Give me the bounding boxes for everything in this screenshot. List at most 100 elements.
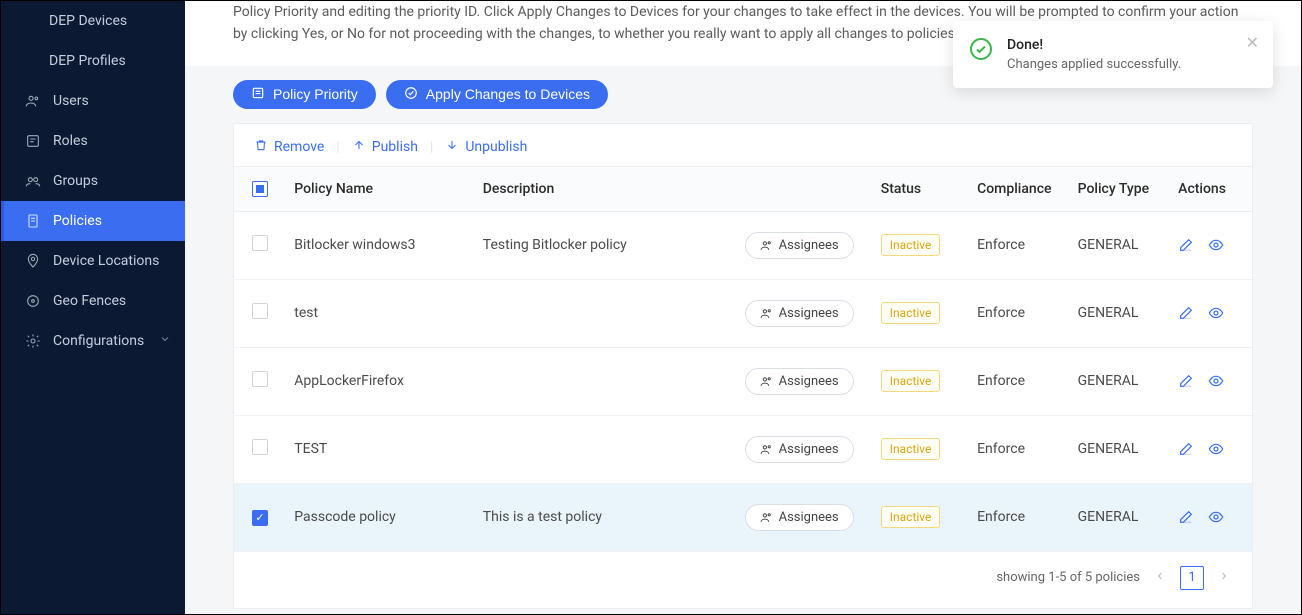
assignees-label: Assignees — [779, 442, 839, 457]
sidebar-item-roles[interactable]: Roles — [1, 121, 185, 161]
col-status[interactable]: Status — [871, 166, 967, 211]
cell-description — [473, 415, 735, 483]
cell-policy-name: test — [284, 279, 473, 347]
table-row: AppLockerFirefoxAssigneesInactiveEnforce… — [234, 347, 1252, 415]
table-row: test Assignees Inactive EnforceGENERAL — [234, 279, 1252, 347]
policy-priority-button[interactable]: Policy Priority — [233, 80, 376, 109]
row-checkbox[interactable] — [252, 439, 268, 455]
view-button[interactable] — [1208, 373, 1224, 389]
sidebar-item-groups[interactable]: Groups — [1, 161, 185, 201]
cell-policy-type: GENERAL — [1068, 279, 1169, 347]
row-actions — [1178, 373, 1242, 389]
users-icon — [760, 443, 773, 456]
apply-changes-button[interactable]: Apply Changes to Devices — [386, 80, 608, 109]
main-content: Policy Priority and editing the priority… — [185, 1, 1301, 614]
policies-card: Remove | Publish | Unpublish — [233, 123, 1253, 609]
cell-compliance: Enforce — [967, 211, 1068, 279]
sidebar-item-label: Users — [53, 93, 89, 109]
status-badge: Inactive — [881, 234, 941, 256]
users-icon — [25, 93, 41, 109]
row-checkbox[interactable] — [252, 235, 268, 251]
geofence-icon — [25, 293, 41, 309]
gear-icon — [25, 333, 41, 349]
toast-close-button[interactable]: ✕ — [1246, 33, 1259, 52]
toast-title: Done! — [1007, 37, 1181, 53]
policies-table: Policy Name Description Status Complianc… — [234, 166, 1252, 552]
trash-icon — [254, 138, 268, 156]
view-button[interactable] — [1208, 509, 1224, 525]
sidebar-item-device-locations[interactable]: Device Locations — [1, 241, 185, 281]
remove-action[interactable]: Remove — [248, 138, 330, 156]
unpublish-action[interactable]: Unpublish — [439, 138, 533, 156]
assignees-label: Assignees — [779, 238, 839, 253]
assignees-button[interactable]: Assignees — [745, 368, 854, 395]
row-checkbox[interactable] — [252, 371, 268, 387]
col-policy-type[interactable]: Policy Type — [1068, 166, 1169, 211]
next-page[interactable] — [1214, 568, 1234, 588]
cell-description: Testing Bitlocker policy — [473, 211, 735, 279]
assignees-button[interactable]: Assignees — [745, 436, 854, 463]
status-badge: Inactive — [881, 370, 941, 392]
row-actions — [1178, 509, 1242, 525]
prev-page[interactable] — [1150, 568, 1170, 588]
sidebar-item-policies[interactable]: Policies — [1, 201, 185, 241]
sidebar-item-label: DEP Devices — [49, 13, 127, 29]
cell-compliance: Enforce — [967, 279, 1068, 347]
status-badge: Inactive — [881, 438, 941, 460]
row-actions — [1178, 305, 1242, 321]
groups-icon — [25, 173, 41, 189]
view-button[interactable] — [1208, 305, 1224, 321]
cell-policy-name: TEST — [284, 415, 473, 483]
roles-icon — [25, 133, 41, 149]
sidebar-item-label: Geo Fences — [53, 293, 126, 309]
publish-action[interactable]: Publish — [346, 138, 424, 156]
assignees-label: Assignees — [779, 510, 839, 525]
assignees-button[interactable]: Assignees — [745, 232, 854, 259]
table-row: TESTAssigneesInactiveEnforceGENERAL — [234, 415, 1252, 483]
sidebar-item-label: Groups — [53, 173, 98, 189]
row-checkbox[interactable] — [252, 510, 268, 526]
sidebar: DEP Devices DEP Profiles Users Roles Gro… — [1, 1, 185, 614]
sidebar-item-configurations[interactable]: Configurations — [1, 321, 185, 361]
edit-button[interactable] — [1178, 373, 1194, 389]
sidebar-item-geo-fences[interactable]: Geo Fences — [1, 281, 185, 321]
assignees-button[interactable]: Assignees — [745, 300, 854, 327]
users-icon — [760, 307, 773, 320]
col-assignees — [735, 166, 871, 211]
view-button[interactable] — [1208, 237, 1224, 253]
sidebar-item-label: Policies — [53, 213, 102, 229]
check-circle-icon — [969, 37, 993, 61]
cell-compliance: Enforce — [967, 415, 1068, 483]
edit-button[interactable] — [1178, 509, 1194, 525]
success-toast: Done! Changes applied successfully. ✕ — [953, 21, 1273, 88]
col-policy-name[interactable]: Policy Name — [284, 166, 473, 211]
view-button[interactable] — [1208, 441, 1224, 457]
page-number-current[interactable]: 1 — [1180, 566, 1204, 590]
publish-icon — [352, 138, 366, 156]
col-compliance[interactable]: Compliance — [967, 166, 1068, 211]
cell-policy-type: GENERAL — [1068, 347, 1169, 415]
cell-compliance: Enforce — [967, 483, 1068, 551]
action-label: Unpublish — [465, 139, 527, 155]
sidebar-item-dep-devices[interactable]: DEP Devices — [1, 1, 185, 41]
status-badge: Inactive — [881, 506, 941, 528]
sidebar-item-users[interactable]: Users — [1, 81, 185, 121]
status-badge: Inactive — [881, 302, 941, 324]
unpublish-icon — [445, 138, 459, 156]
table-row: Passcode policyThis is a test policyAssi… — [234, 483, 1252, 551]
check-circle-icon — [404, 86, 418, 103]
assignees-button[interactable]: Assignees — [745, 504, 854, 531]
cell-compliance: Enforce — [967, 347, 1068, 415]
row-checkbox[interactable] — [252, 303, 268, 319]
chevron-down-icon — [159, 333, 171, 349]
edit-button[interactable] — [1178, 441, 1194, 457]
cell-policy-type: GENERAL — [1068, 483, 1169, 551]
edit-button[interactable] — [1178, 305, 1194, 321]
col-description[interactable]: Description — [473, 166, 735, 211]
edit-button[interactable] — [1178, 237, 1194, 253]
sidebar-item-dep-profiles[interactable]: DEP Profiles — [1, 41, 185, 81]
select-all-checkbox[interactable] — [252, 181, 268, 197]
assignees-label: Assignees — [779, 306, 839, 321]
pagination: showing 1-5 of 5 policies 1 — [234, 552, 1252, 608]
sidebar-item-label: DEP Profiles — [49, 53, 126, 69]
